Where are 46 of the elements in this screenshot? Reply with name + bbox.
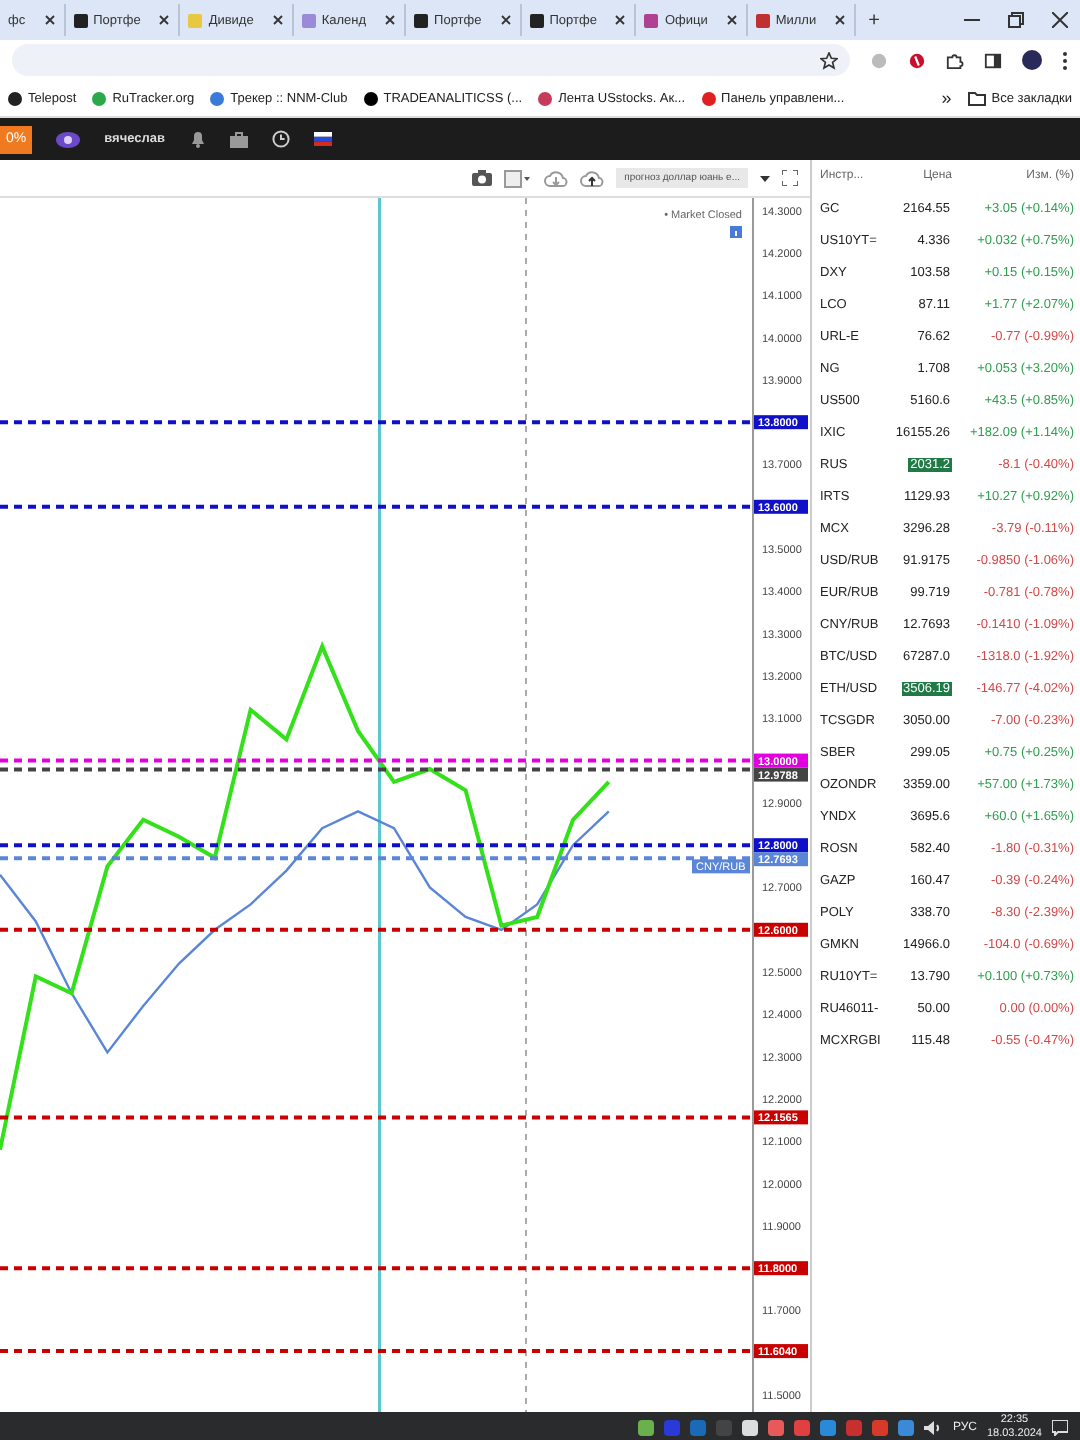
close-icon[interactable]: [725, 14, 738, 26]
cloud-upload-icon[interactable]: [580, 169, 605, 187]
site-icon: [210, 91, 225, 105]
favicon-icon: [301, 13, 316, 27]
speaker-icon[interactable]: [924, 1419, 943, 1435]
clock-icon[interactable]: [271, 130, 289, 148]
restore-icon[interactable]: [1008, 12, 1024, 28]
site-icon: [363, 91, 378, 105]
notification-icon[interactable]: [1052, 1419, 1068, 1435]
puzzle-icon[interactable]: [946, 51, 964, 69]
close-icon[interactable]: [384, 14, 397, 26]
site-icon: [538, 91, 553, 105]
favicon-icon: [73, 13, 88, 27]
favicon-icon: [755, 13, 770, 27]
bell-icon[interactable]: [189, 130, 205, 148]
site-icon: [92, 91, 107, 105]
cloud-download-icon[interactable]: [544, 169, 569, 187]
caret-icon[interactable]: [760, 175, 770, 181]
logo-icon: [56, 129, 81, 149]
color-picker-icon[interactable]: [504, 169, 533, 187]
close-icon[interactable]: [499, 14, 512, 26]
folder-icon: [967, 91, 986, 105]
menu-icon[interactable]: [1062, 51, 1068, 69]
new-tab-button[interactable]: +: [856, 9, 892, 31]
info-icon[interactable]: [730, 226, 742, 238]
close-icon[interactable]: [614, 14, 627, 26]
site-icon: [701, 91, 716, 105]
close-icon[interactable]: [158, 14, 171, 26]
more-bookmarks-button[interactable]: »: [941, 88, 952, 108]
site-icon: [8, 91, 22, 105]
favicon-icon: [414, 13, 429, 27]
fullscreen-icon[interactable]: [782, 170, 798, 186]
close-icon[interactable]: [834, 14, 847, 26]
avatar-icon[interactable]: [1022, 50, 1042, 70]
camera-icon[interactable]: [472, 170, 493, 186]
favicon-icon: [188, 13, 203, 27]
extension-icon[interactable]: [908, 51, 926, 69]
close-icon[interactable]: [271, 14, 284, 26]
favicon-icon: [529, 13, 544, 27]
close-icon[interactable]: [1052, 12, 1068, 28]
sidebar-icon[interactable]: [984, 51, 1002, 69]
close-icon[interactable]: [43, 14, 56, 26]
favicon-icon: [644, 13, 659, 27]
briefcase-icon[interactable]: [229, 131, 247, 147]
flag-icon[interactable]: [313, 132, 331, 146]
star-icon[interactable]: [820, 51, 838, 69]
